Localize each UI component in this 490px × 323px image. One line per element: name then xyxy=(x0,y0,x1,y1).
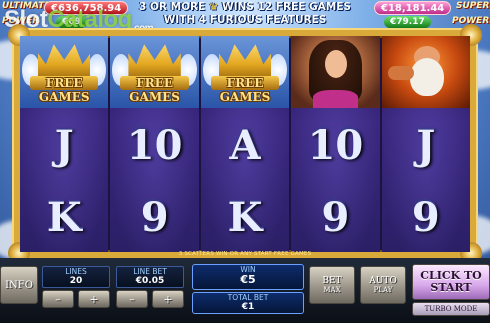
free-games-label: FREE GAMES xyxy=(38,76,90,104)
throne-icon: FREE GAMES xyxy=(200,36,290,108)
total-bet-label: TOTAL BET xyxy=(227,293,269,302)
zeus-portrait-icon xyxy=(381,36,471,108)
symbol-free-games: FREE GAMES xyxy=(110,36,199,108)
reel-3: FREE GAMES A K xyxy=(200,36,290,252)
bet-max-button[interactable]: BET MAX xyxy=(309,266,355,304)
symbol-card: K xyxy=(201,180,289,252)
lines-display: LINES 20 xyxy=(42,266,110,288)
win-value: €5 xyxy=(240,273,256,286)
symbol-free-games: FREE GAMES xyxy=(200,36,290,108)
zeus-beard xyxy=(409,58,444,96)
line-bet-label: LINE BET xyxy=(133,267,167,276)
lines-decrease-button[interactable]: – xyxy=(42,290,74,308)
symbol-goddess xyxy=(291,36,380,108)
win-display: WIN €5 xyxy=(192,264,304,290)
free-games-label: FREE GAMES xyxy=(219,76,271,104)
line-bet-decrease-button[interactable]: – xyxy=(116,290,148,308)
symbol-card: 10 xyxy=(291,108,379,180)
throne-icon: FREE GAMES xyxy=(110,36,199,108)
symbol-card: 10 xyxy=(110,108,198,180)
symbol-letter: 9 xyxy=(321,192,350,240)
lines-value: 20 xyxy=(69,276,83,286)
goddess-dress xyxy=(313,90,358,108)
symbol-free-games: FREE GAMES xyxy=(20,36,109,108)
autoplay-label: AUTO xyxy=(369,276,397,286)
start-button[interactable]: CLICK TO START xyxy=(412,264,490,300)
game-stage: ULTIMATE POWER €636,758.94 €69 SlotCatal… xyxy=(0,0,490,323)
symbol-card: A xyxy=(201,108,289,180)
symbol-letter: 10 xyxy=(307,120,364,168)
banner-line1: 3 OR MORE ♛ WINS 12 FREE GAMES xyxy=(128,1,362,14)
throne-icon: FREE GAMES xyxy=(20,36,109,108)
jackpot-right-label-top: SUPER xyxy=(456,1,490,11)
symbol-card: 9 xyxy=(110,180,198,252)
zeus-arm xyxy=(387,66,414,80)
free-games-label: FREE GAMES xyxy=(129,76,180,104)
symbol-card: 9 xyxy=(291,180,379,252)
symbol-card: J xyxy=(20,108,108,180)
symbol-letter: K xyxy=(227,192,263,240)
jackpot-right-value: €18,181.44 xyxy=(374,1,452,15)
line-bet-display: LINE BET €0.05 xyxy=(116,266,184,288)
symbol-card: K xyxy=(20,180,108,252)
symbol-letter: A xyxy=(229,120,261,168)
autoplay-label-wrap: AUTO PLAY xyxy=(369,276,396,294)
brand-part2: Catalog xyxy=(47,6,132,33)
line-bet-increase-button[interactable]: + xyxy=(152,290,184,308)
reel-5: J 9 xyxy=(381,36,471,252)
symbol-card: 9 xyxy=(382,180,470,252)
reel-2: FREE GAMES 10 9 xyxy=(110,36,199,252)
symbol-letter: J xyxy=(416,120,436,168)
goddess-portrait-icon xyxy=(291,36,380,108)
reels-area: FREE GAMES J K FREE GAMES 10 9 FREE GAME… xyxy=(20,36,471,252)
symbol-letter: 10 xyxy=(126,120,183,168)
bet-max-label-wrap: BET MAX xyxy=(322,276,341,294)
lines-label: LINES xyxy=(65,267,87,276)
symbol-zeus xyxy=(381,36,471,108)
scatter-rule-text: 3 SCATTERS WIN OR ANY START FREE GAMES xyxy=(178,251,312,257)
symbol-letter: 9 xyxy=(411,192,440,240)
autoplay-sub: PLAY xyxy=(373,286,393,294)
bet-max-label: BET xyxy=(322,276,342,286)
lines-increase-button[interactable]: + xyxy=(78,290,110,308)
bet-max-sub: MAX xyxy=(323,286,341,294)
symbol-letter: K xyxy=(46,192,82,240)
jackpot-right-small-value: €79.17 xyxy=(384,16,431,28)
start-label-wrap: CLICK TO START xyxy=(420,270,482,294)
autoplay-button[interactable]: AUTO PLAY xyxy=(360,266,406,304)
banner-line1-b: WINS 12 FREE GAMES xyxy=(222,1,351,13)
symbol-letter: 9 xyxy=(140,192,169,240)
turbo-mode-button[interactable]: TURBO MODE xyxy=(412,302,490,316)
banner-line1-a: 3 OR MORE xyxy=(139,1,206,13)
symbol-card: J xyxy=(382,108,470,180)
reel-4: 10 9 xyxy=(291,36,380,252)
total-bet-value: €1 xyxy=(241,302,255,312)
info-button[interactable]: INFO xyxy=(0,266,38,304)
symbol-letter: J xyxy=(54,120,74,168)
scatter-icon: ♛ xyxy=(208,1,219,13)
total-bet-display: TOTAL BET €1 xyxy=(192,292,304,314)
line-bet-value: €0.05 xyxy=(135,276,165,286)
start-label-line2: START xyxy=(430,281,472,294)
reel-1: FREE GAMES J K xyxy=(20,36,109,252)
